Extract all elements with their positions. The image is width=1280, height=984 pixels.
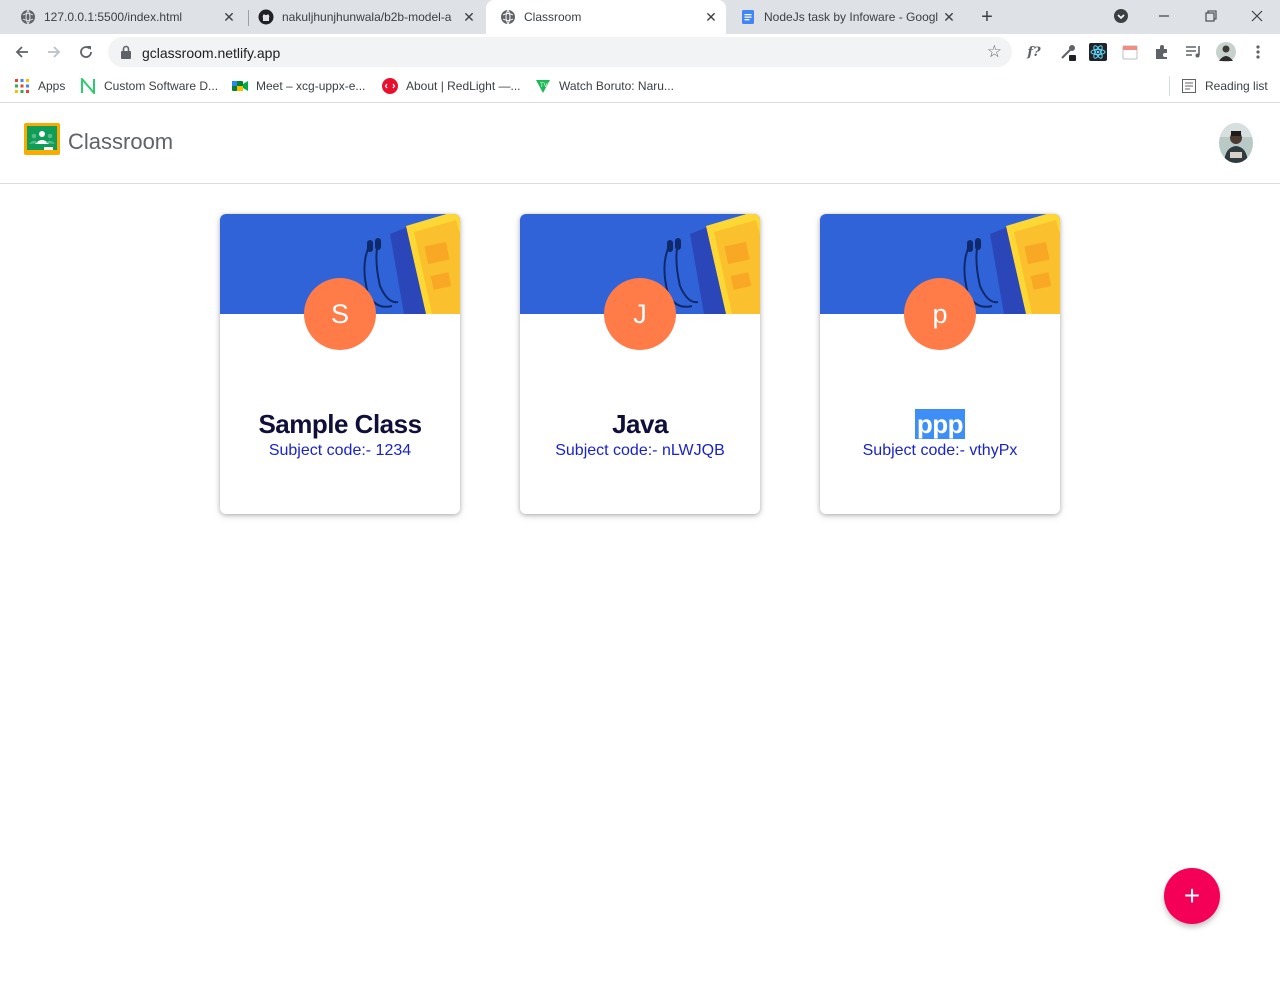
bookmark-star-icon[interactable]: ☆: [987, 43, 1002, 60]
tv-icon: TV: [535, 78, 551, 94]
docs-icon: [740, 9, 756, 25]
lock-icon: [120, 45, 132, 59]
add-class-button[interactable]: +: [1164, 868, 1220, 924]
profile-avatar-icon[interactable]: [1216, 42, 1236, 62]
reading-list-label: Reading list: [1205, 79, 1268, 93]
class-card[interactable]: S Sample Class Subject code:- 1234: [220, 214, 460, 514]
class-name-selected: ppp: [820, 409, 1060, 440]
close-window-icon[interactable]: [1245, 4, 1269, 28]
bookmark-custom-software[interactable]: Custom Software D...: [80, 76, 218, 96]
tab-title: 127.0.0.1:5500/index.html: [44, 10, 183, 24]
class-initial-avatar: J: [604, 278, 676, 350]
tab-strip: 127.0.0.1:5500/index.html ✕ nakuljhunjhu…: [0, 0, 1280, 34]
back-icon[interactable]: [10, 40, 34, 64]
bookmark-label: Meet – xcg-uppx-e...: [256, 79, 366, 93]
reading-list-button[interactable]: Reading list: [1181, 76, 1268, 96]
tab-title: nakuljhunjhunwala/b2b-model-a: [282, 10, 452, 24]
class-subject-code: Subject code:- nLWJQB: [555, 442, 725, 459]
bookmark-meet[interactable]: Meet – xcg-uppx-e...: [232, 76, 365, 96]
redlight-icon: [382, 78, 398, 94]
bookmark-apps[interactable]: Apps: [14, 76, 65, 96]
github-icon: [258, 9, 274, 25]
app-header: Classroom: [0, 103, 1280, 184]
eyedropper-extension-icon[interactable]: [1058, 42, 1078, 62]
user-avatar[interactable]: [1219, 123, 1253, 163]
bookmark-label: Custom Software D...: [104, 79, 219, 93]
plus-icon: +: [1183, 880, 1201, 911]
forward-icon[interactable]: [42, 40, 66, 64]
restore-icon[interactable]: [1199, 4, 1223, 28]
tab-local-index[interactable]: 127.0.0.1:5500/index.html ✕: [6, 0, 244, 34]
browser-toolbar: gclassroom.netlify.app ☆ f?: [0, 34, 1280, 70]
class-subject-code: Subject code:- 1234: [268, 442, 412, 459]
close-icon[interactable]: ✕: [940, 8, 958, 26]
reading-list-icon: [1181, 78, 1197, 94]
tab-title: Classroom: [524, 10, 582, 24]
tab-github[interactable]: nakuljhunjhunwala/b2b-model-a ✕: [244, 0, 484, 34]
chrome-menu-icon[interactable]: [1248, 42, 1268, 62]
tab-google-docs[interactable]: NodeJs task by Infoware - Googl ✕: [726, 0, 964, 34]
bookmark-redlight[interactable]: About | RedLight —...: [382, 76, 521, 96]
classroom-logo-icon[interactable]: [24, 123, 60, 155]
class-initial-avatar: S: [304, 278, 376, 350]
close-icon[interactable]: ✕: [702, 8, 720, 26]
app-title: Classroom: [68, 129, 174, 154]
bookmark-label: About | RedLight —...: [406, 79, 521, 93]
n-logo-icon: [80, 78, 96, 94]
bookmark-label: Apps: [38, 79, 66, 93]
bookmark-label: Watch Boruto: Naru...: [559, 79, 674, 93]
media-control-icon[interactable]: [1184, 42, 1204, 62]
svg-text:TV: TV: [540, 83, 548, 89]
font-finder-extension[interactable]: f?: [1024, 42, 1044, 62]
globe-icon: [500, 9, 516, 25]
bookmarks-bar: Apps Custom Software D... Meet – xcg-upp…: [0, 70, 1280, 103]
close-icon[interactable]: ✕: [220, 8, 238, 26]
class-card[interactable]: J Java Subject code:- nLWJQB: [520, 214, 760, 514]
tab-classroom[interactable]: Classroom ✕: [486, 0, 726, 34]
tab-title: NodeJs task by Infoware - Googl: [764, 10, 939, 24]
class-name: ppp: [914, 409, 966, 439]
globe-icon: [20, 9, 36, 25]
extensions-puzzle-icon[interactable]: [1152, 42, 1172, 62]
minimize-icon[interactable]: [1152, 4, 1176, 28]
bookmarks-divider: [1169, 76, 1170, 96]
bookmark-boruto[interactable]: TV Watch Boruto: Naru...: [535, 76, 674, 96]
close-icon[interactable]: ✕: [460, 8, 478, 26]
class-name: Java: [612, 409, 668, 439]
new-tab-button[interactable]: +: [976, 7, 998, 29]
url-text: gclassroom.netlify.app: [142, 45, 281, 61]
class-initial-avatar: p: [904, 278, 976, 350]
class-name: Sample Class: [258, 409, 422, 439]
class-card[interactable]: p ppp Subject code:- vthyPx: [820, 214, 1060, 514]
reload-icon[interactable]: [74, 40, 98, 64]
meet-icon: [232, 78, 248, 94]
tab-search-icon[interactable]: [1109, 4, 1133, 28]
address-bar[interactable]: gclassroom.netlify.app ☆: [108, 37, 1012, 67]
react-devtools-icon[interactable]: [1088, 42, 1108, 62]
apps-grid-icon: [14, 78, 30, 94]
calendar-extension-icon[interactable]: [1120, 42, 1140, 62]
class-subject-code: Subject code:- vthyPx: [862, 442, 1018, 459]
